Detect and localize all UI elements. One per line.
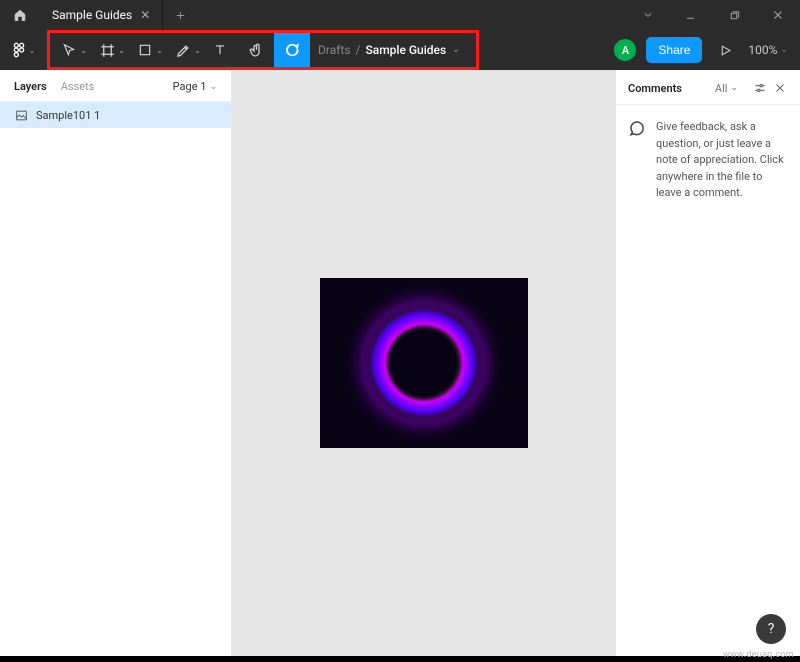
comments-empty-text: Give feedback, ask a question, or just l… [656, 119, 788, 202]
chevron-down-icon: ⌄ [80, 46, 87, 55]
chevron-down-icon[interactable] [628, 0, 668, 30]
left-panel: Layers Assets Page 1 ⌄ Sample101 1 [0, 70, 232, 656]
chevron-down-icon: ⌄ [209, 82, 217, 92]
present-button[interactable] [712, 44, 738, 57]
page-selector[interactable]: Page 1 ⌄ [173, 80, 217, 93]
file-tab[interactable]: Sample Guides ✕ [40, 0, 163, 30]
restore-button[interactable] [712, 0, 756, 30]
share-button[interactable]: Share [646, 37, 702, 63]
toolbar-right: A Share 100% ⌄ [614, 37, 792, 63]
image-layer-icon [14, 108, 28, 122]
canvas-image[interactable] [320, 278, 528, 448]
chevron-down-icon[interactable]: ⌄ [452, 45, 460, 55]
comments-title: Comments [628, 82, 682, 95]
zoom-control[interactable]: 100% ⌄ [748, 43, 788, 57]
main: Layers Assets Page 1 ⌄ Sample101 1 Comme… [0, 70, 800, 656]
page-label: Page 1 [173, 80, 207, 93]
home-button[interactable] [0, 0, 40, 30]
close-tab-icon[interactable]: ✕ [140, 8, 150, 22]
titlebar: Sample Guides ✕ [0, 0, 800, 30]
comment-tool[interactable] [274, 30, 310, 70]
chevron-down-icon: ⌄ [730, 83, 738, 93]
canvas[interactable] [232, 70, 615, 656]
watermark: www.deuaq.com [723, 650, 794, 660]
tab-layers[interactable]: Layers [14, 80, 47, 93]
help-button[interactable]: ? [756, 614, 786, 644]
close-panel-icon[interactable] [772, 80, 788, 96]
hand-tool[interactable] [238, 30, 274, 70]
text-tool[interactable] [202, 30, 238, 70]
minimize-button[interactable] [668, 0, 712, 30]
breadcrumb-separator: / [356, 43, 361, 57]
left-panel-tabs: Layers Assets Page 1 ⌄ [0, 70, 231, 102]
chevron-down-icon: ⌄ [780, 45, 788, 55]
move-tool[interactable]: ⌄ [50, 30, 88, 70]
layer-name: Sample101 1 [36, 109, 100, 122]
breadcrumb[interactable]: Drafts / Sample Guides ⌄ [318, 43, 460, 57]
chevron-down-icon: ⌄ [118, 46, 125, 55]
plasma-ring-graphic [364, 303, 484, 423]
layer-row[interactable]: Sample101 1 [0, 102, 231, 128]
tool-group: ⌄ ⌄ ⌄ ⌄ [50, 30, 310, 70]
zoom-label: 100% [748, 43, 777, 57]
speech-bubble-icon [628, 119, 646, 137]
figma-menu-button[interactable]: ⌄ [8, 35, 38, 65]
new-tab-button[interactable] [163, 0, 197, 30]
close-window-button[interactable] [756, 0, 800, 30]
chevron-down-icon: ⌄ [156, 46, 163, 55]
window-controls [668, 0, 800, 30]
frame-tool[interactable]: ⌄ [88, 30, 126, 70]
shape-tool[interactable]: ⌄ [126, 30, 164, 70]
bottom-strip [0, 656, 800, 662]
avatar[interactable]: A [614, 39, 636, 61]
chevron-down-icon: ⌄ [194, 46, 201, 55]
tab-assets[interactable]: Assets [61, 80, 95, 93]
file-tab-title: Sample Guides [52, 8, 132, 22]
comments-empty-state: Give feedback, ask a question, or just l… [616, 105, 800, 216]
comments-filter[interactable]: All ⌄ [715, 82, 738, 95]
comments-header: Comments All ⌄ [616, 70, 800, 105]
settings-icon[interactable] [752, 80, 768, 96]
toolbar: ⌄ ⌄ ⌄ ⌄ ⌄ Drafts / Sample Guid [0, 30, 800, 70]
breadcrumb-current[interactable]: Sample Guides [365, 43, 446, 57]
right-panel: Comments All ⌄ Give feedback, ask a ques… [615, 70, 800, 656]
breadcrumb-root[interactable]: Drafts [318, 43, 351, 57]
pen-tool[interactable]: ⌄ [164, 30, 202, 70]
